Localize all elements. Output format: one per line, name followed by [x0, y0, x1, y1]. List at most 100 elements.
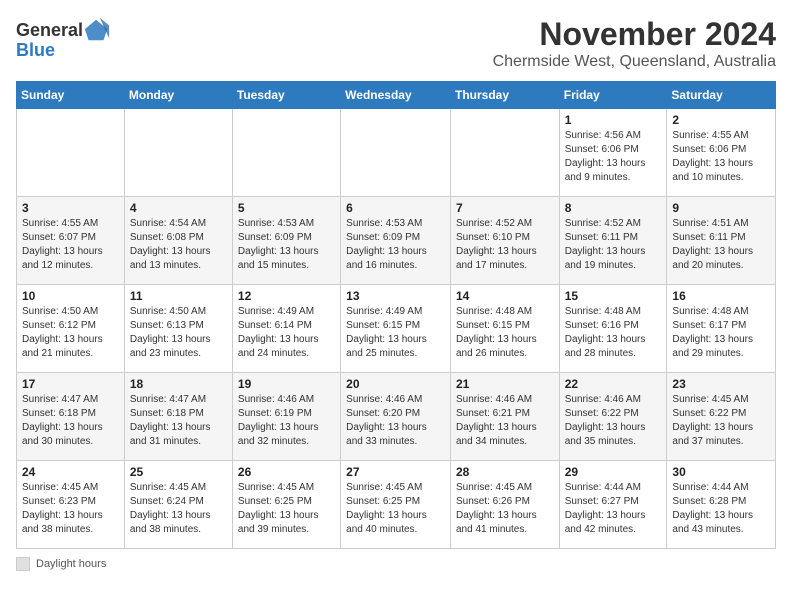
calendar-cell: 11 Sunrise: 4:50 AM Sunset: 6:13 PM Dayli…	[124, 285, 232, 373]
calendar-cell	[124, 109, 232, 197]
logo-blue-text: Blue	[16, 40, 55, 61]
legend-label: Daylight hours	[36, 558, 106, 570]
day-info: Sunrise: 4:46 AM Sunset: 6:22 PM Dayligh…	[565, 393, 662, 449]
calendar-cell: 10 Sunrise: 4:50 AM Sunset: 6:12 PM Dayli…	[17, 285, 125, 373]
header: General Blue November 2024 Chermside Wes…	[16, 16, 776, 71]
calendar-week-row: 10 Sunrise: 4:50 AM Sunset: 6:12 PM Dayli…	[17, 285, 776, 373]
calendar-cell: 29Sunrise: 4:44 AM Sunset: 6:27 PM Dayli…	[559, 461, 667, 549]
day-number: 17	[22, 377, 119, 391]
day-info: Sunrise: 4:45 AM Sunset: 6:25 PM Dayligh…	[238, 481, 335, 537]
calendar-cell: 8 Sunrise: 4:52 AM Sunset: 6:11 PM Daylig…	[559, 197, 667, 285]
calendar-cell: 25 Sunrise: 4:45 AM Sunset: 6:24 PM Dayli…	[124, 461, 232, 549]
day-number: 13	[346, 289, 445, 303]
calendar-cell: 30 Sunrise: 4:44 AM Sunset: 6:28 PM Dayli…	[667, 461, 776, 549]
day-info: Sunrise: 4:55 AM Sunset: 6:06 PM Dayligh…	[672, 129, 770, 185]
calendar-cell: 7 Sunrise: 4:52 AM Sunset: 6:10 PM Daylig…	[450, 197, 559, 285]
legend-icon	[16, 557, 30, 571]
calendar-cell: 14 Sunrise: 4:48 AM Sunset: 6:15 PM Dayli…	[450, 285, 559, 373]
day-info: Sunrise: 4:45 AM Sunset: 6:26 PM Dayligh…	[456, 481, 554, 537]
calendar-week-row: 17 Sunrise: 4:47 AM Sunset: 6:18 PM Dayli…	[17, 373, 776, 461]
calendar-cell: 28 Sunrise: 4:45 AM Sunset: 6:26 PM Dayli…	[450, 461, 559, 549]
day-number: 30	[672, 465, 770, 479]
day-number: 26	[238, 465, 335, 479]
day-number: 27	[346, 465, 445, 479]
calendar-cell: 20 Sunrise: 4:46 AM Sunset: 6:20 PM Dayli…	[341, 373, 451, 461]
calendar-week-row: 24 Sunrise: 4:45 AM Sunset: 6:23 PM Dayli…	[17, 461, 776, 549]
calendar-cell: 19 Sunrise: 4:46 AM Sunset: 6:19 PM Dayli…	[232, 373, 340, 461]
title-area: November 2024 Chermside West, Queensland…	[493, 16, 776, 71]
day-info: Sunrise: 4:45 AM Sunset: 6:23 PM Dayligh…	[22, 481, 119, 537]
calendar-cell: 17 Sunrise: 4:47 AM Sunset: 6:18 PM Dayli…	[17, 373, 125, 461]
day-info: Sunrise: 4:50 AM Sunset: 6:12 PM Dayligh…	[22, 305, 119, 361]
day-number: 2	[672, 113, 770, 127]
day-number: 5	[238, 201, 335, 215]
day-info: Sunrise: 4:47 AM Sunset: 6:18 PM Dayligh…	[22, 393, 119, 449]
day-info: Sunrise: 4:54 AM Sunset: 6:08 PM Dayligh…	[130, 217, 227, 273]
calendar-cell: 1 Sunrise: 4:56 AM Sunset: 6:06 PM Daylig…	[559, 109, 667, 197]
day-number: 25	[130, 465, 227, 479]
day-info: Sunrise: 4:49 AM Sunset: 6:14 PM Dayligh…	[238, 305, 335, 361]
day-number: 9	[672, 201, 770, 215]
day-number: 20	[346, 377, 445, 391]
calendar-cell: 21 Sunrise: 4:46 AM Sunset: 6:21 PM Dayli…	[450, 373, 559, 461]
day-number: 10	[22, 289, 119, 303]
day-number: 1	[565, 113, 662, 127]
day-info: Sunrise: 4:55 AM Sunset: 6:07 PM Dayligh…	[22, 217, 119, 273]
day-info: Sunrise: 4:52 AM Sunset: 6:10 PM Dayligh…	[456, 217, 554, 273]
day-info: Sunrise: 4:56 AM Sunset: 6:06 PM Dayligh…	[565, 129, 662, 185]
day-info: Sunrise: 4:45 AM Sunset: 6:24 PM Dayligh…	[130, 481, 227, 537]
day-info: Sunrise: 4:52 AM Sunset: 6:11 PM Dayligh…	[565, 217, 662, 273]
calendar-cell: 16Sunrise: 4:48 AM Sunset: 6:17 PM Dayli…	[667, 285, 776, 373]
day-info: Sunrise: 4:48 AM Sunset: 6:15 PM Dayligh…	[456, 305, 554, 361]
day-info: Sunrise: 4:50 AM Sunset: 6:13 PM Dayligh…	[130, 305, 227, 361]
calendar-cell	[450, 109, 559, 197]
calendar-week-row: 3 Sunrise: 4:55 AM Sunset: 6:07 PM Daylig…	[17, 197, 776, 285]
day-number: 14	[456, 289, 554, 303]
weekday-header-tuesday: Tuesday	[232, 82, 340, 109]
calendar-cell: 2 Sunrise: 4:55 AM Sunset: 6:06 PM Daylig…	[667, 109, 776, 197]
weekday-header-wednesday: Wednesday	[341, 82, 451, 109]
day-number: 11	[130, 289, 227, 303]
day-info: Sunrise: 4:46 AM Sunset: 6:19 PM Dayligh…	[238, 393, 335, 449]
day-info: Sunrise: 4:46 AM Sunset: 6:21 PM Dayligh…	[456, 393, 554, 449]
day-number: 22	[565, 377, 662, 391]
day-number: 21	[456, 377, 554, 391]
weekday-header-thursday: Thursday	[450, 82, 559, 109]
day-info: Sunrise: 4:45 AM Sunset: 6:25 PM Dayligh…	[346, 481, 445, 537]
calendar-cell: 18 Sunrise: 4:47 AM Sunset: 6:18 PM Dayli…	[124, 373, 232, 461]
day-number: 4	[130, 201, 227, 215]
day-number: 28	[456, 465, 554, 479]
weekday-header-row: SundayMondayTuesdayWednesdayThursdayFrid…	[17, 82, 776, 109]
day-info: Sunrise: 4:45 AM Sunset: 6:22 PM Dayligh…	[672, 393, 770, 449]
calendar-cell: 6Sunrise: 4:53 AM Sunset: 6:09 PM Daylig…	[341, 197, 451, 285]
calendar-cell: 9 Sunrise: 4:51 AM Sunset: 6:11 PM Daylig…	[667, 197, 776, 285]
day-info: Sunrise: 4:48 AM Sunset: 6:17 PM Dayligh…	[672, 305, 770, 361]
day-info: Sunrise: 4:44 AM Sunset: 6:28 PM Dayligh…	[672, 481, 770, 537]
page-title: November 2024	[493, 16, 776, 53]
calendar: SundayMondayTuesdayWednesdayThursdayFrid…	[16, 81, 776, 549]
day-number: 29	[565, 465, 662, 479]
day-number: 24	[22, 465, 119, 479]
day-number: 3	[22, 201, 119, 215]
logo-icon	[83, 16, 111, 44]
day-number: 12	[238, 289, 335, 303]
weekday-header-friday: Friday	[559, 82, 667, 109]
day-info: Sunrise: 4:51 AM Sunset: 6:11 PM Dayligh…	[672, 217, 770, 273]
day-number: 15	[565, 289, 662, 303]
weekday-header-monday: Monday	[124, 82, 232, 109]
calendar-cell: 22 Sunrise: 4:46 AM Sunset: 6:22 PM Dayli…	[559, 373, 667, 461]
day-number: 19	[238, 377, 335, 391]
calendar-cell	[17, 109, 125, 197]
calendar-week-row: 1 Sunrise: 4:56 AM Sunset: 6:06 PM Daylig…	[17, 109, 776, 197]
calendar-cell: 13Sunrise: 4:49 AM Sunset: 6:15 PM Dayli…	[341, 285, 451, 373]
day-info: Sunrise: 4:53 AM Sunset: 6:09 PM Dayligh…	[238, 217, 335, 273]
day-info: Sunrise: 4:46 AM Sunset: 6:20 PM Dayligh…	[346, 393, 445, 449]
calendar-cell: 27 Sunrise: 4:45 AM Sunset: 6:25 PM Dayli…	[341, 461, 451, 549]
legend: Daylight hours	[16, 557, 776, 571]
day-number: 8	[565, 201, 662, 215]
day-number: 7	[456, 201, 554, 215]
day-number: 18	[130, 377, 227, 391]
calendar-body: 1 Sunrise: 4:56 AM Sunset: 6:06 PM Daylig…	[17, 109, 776, 549]
day-info: Sunrise: 4:47 AM Sunset: 6:18 PM Dayligh…	[130, 393, 227, 449]
calendar-cell: 4 Sunrise: 4:54 AM Sunset: 6:08 PM Daylig…	[124, 197, 232, 285]
